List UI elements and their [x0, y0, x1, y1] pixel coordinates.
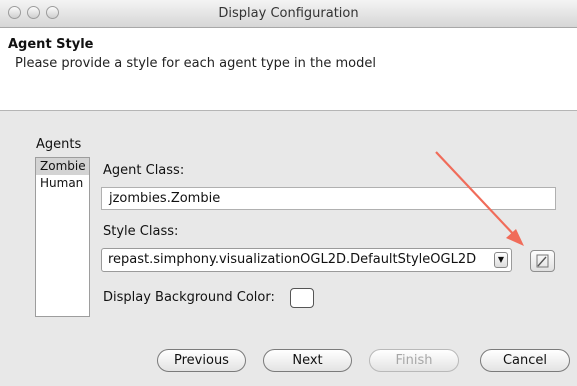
agent-class-label: Agent Class: [103, 163, 185, 178]
chevron-down-icon[interactable]: ▼ [494, 252, 508, 268]
next-button[interactable]: Next [263, 349, 352, 372]
wizard-header: Agent Style Please provide a style for e… [0, 28, 577, 111]
finish-button: Finish [369, 349, 459, 372]
style-class-value: repast.simphony.visualizationOGL2D.Defau… [108, 252, 477, 267]
agents-list[interactable]: Zombie Human [35, 157, 90, 317]
previous-button[interactable]: Previous [157, 349, 246, 372]
list-item-zombie[interactable]: Zombie [36, 158, 89, 175]
pencil-edit-icon [536, 254, 549, 268]
page-title: Agent Style [8, 37, 94, 52]
style-class-dropdown[interactable]: repast.simphony.visualizationOGL2D.Defau… [101, 248, 512, 272]
list-item-human[interactable]: Human [36, 175, 89, 192]
style-class-label: Style Class: [103, 224, 179, 239]
agent-class-field[interactable]: jzombies.Zombie [101, 187, 556, 210]
cancel-button[interactable]: Cancel [480, 349, 570, 372]
window-title: Display Configuration [218, 6, 359, 21]
window-titlebar: Display Configuration [0, 0, 577, 28]
edit-style-button[interactable] [530, 250, 555, 272]
background-color-swatch[interactable] [290, 288, 314, 308]
page-description: Please provide a style for each agent ty… [15, 56, 376, 71]
background-color-label: Display Background Color: [103, 290, 275, 305]
agents-label: Agents [36, 137, 82, 152]
